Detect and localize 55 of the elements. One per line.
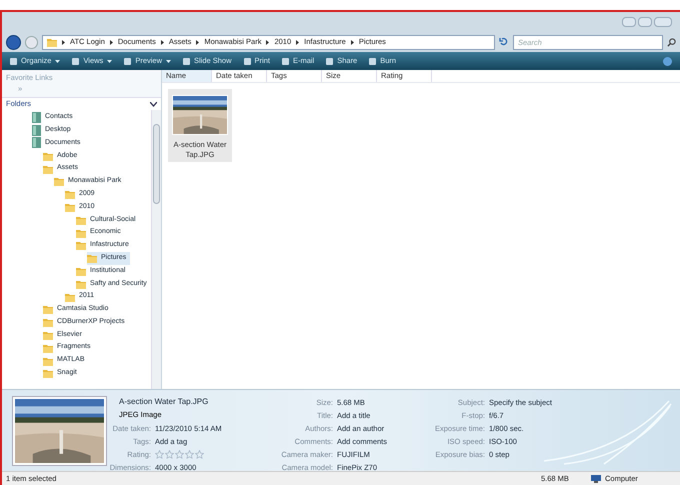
- folder-icon: [87, 253, 97, 264]
- close-button[interactable]: [654, 17, 672, 27]
- star-icon[interactable]: [195, 450, 204, 459]
- library-icon: [32, 124, 41, 136]
- minimize-button[interactable]: [622, 17, 636, 27]
- toolbar-icon: [10, 58, 17, 64]
- rating-stars[interactable]: [155, 450, 204, 459]
- folder-icon: [43, 317, 53, 328]
- folder-icon: [47, 37, 57, 47]
- folder-icon: [43, 304, 53, 314]
- chevron-icon: [266, 40, 270, 44]
- toolbar-icon: [244, 58, 251, 64]
- folder-icon: [43, 330, 53, 340]
- computer-icon: [591, 474, 601, 482]
- collapse-icon[interactable]: [150, 102, 157, 106]
- folder-icon: [76, 240, 86, 250]
- star-icon[interactable]: [175, 450, 184, 459]
- folder-icon: [43, 368, 53, 378]
- folder-icon: [76, 278, 86, 289]
- maximize-button[interactable]: [638, 17, 652, 27]
- star-icon[interactable]: [185, 450, 194, 459]
- star-icon[interactable]: [155, 450, 164, 459]
- chevron-icon: [110, 40, 113, 44]
- file-title: A-section Water Tap.JPG: [119, 396, 210, 408]
- chevron-icon: [350, 40, 354, 44]
- star-icon[interactable]: [165, 450, 174, 459]
- help-icon[interactable]: [663, 56, 672, 66]
- toolbar-icon: [282, 58, 289, 64]
- scrollbar[interactable]: [151, 110, 161, 389]
- toolbar-icon: [326, 58, 334, 64]
- library-icon: [32, 137, 41, 148]
- folder-icon: [54, 176, 64, 186]
- chevron-icon: [160, 40, 164, 44]
- search-icon[interactable]: [667, 38, 676, 46]
- folder-icon: [43, 342, 53, 353]
- folder-icon: [43, 164, 53, 174]
- toolbar-icon: [72, 58, 80, 64]
- back-button[interactable]: [6, 34, 21, 50]
- folder-icon: [76, 214, 86, 225]
- folder-icon: [76, 266, 86, 276]
- folder-icon: [65, 292, 75, 302]
- chevron-icon: [62, 40, 65, 44]
- refresh-icon[interactable]: [499, 37, 509, 47]
- folder-icon: [43, 356, 53, 366]
- folder-icon: [43, 150, 53, 161]
- folder-icon: [76, 228, 86, 238]
- folder-icon: [65, 189, 75, 200]
- forward-button[interactable]: [25, 36, 38, 48]
- library-icon: [32, 112, 41, 123]
- toolbar-icon: [183, 58, 190, 64]
- folder-icon: [65, 202, 75, 212]
- chevron-icon: [296, 40, 300, 44]
- toolbar-icon: [369, 58, 376, 64]
- chevron-icon: [196, 40, 200, 44]
- toolbar-icon: [124, 58, 132, 64]
